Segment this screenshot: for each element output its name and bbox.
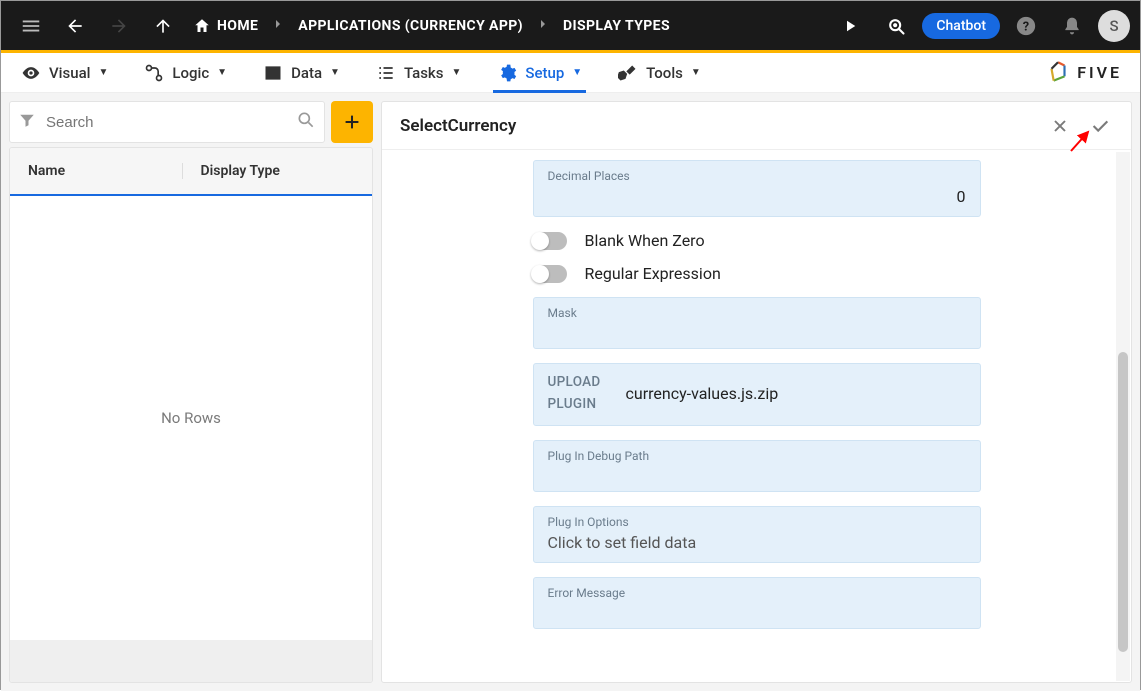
upload-plugin-filename: currency-values.js.zip [626,384,779,403]
breadcrumb: HOME APPLICATIONS (CURRENCY APP) DISPLAY… [187,16,676,36]
chevron-down-icon: ▼ [330,67,340,78]
search-box[interactable] [9,101,325,143]
svg-text:?: ? [1023,19,1029,34]
table-footer [10,640,372,682]
chevron-down-icon: ▼ [691,67,701,78]
home-icon [193,17,211,35]
tab-setup-label: Setup [525,64,564,82]
tab-data-label: Data [291,64,322,82]
help-icon[interactable]: ? [1006,6,1046,46]
five-logo: FIVE [1045,59,1122,85]
close-button[interactable] [1047,113,1073,139]
tab-tools-label: Tools [646,64,683,82]
search-icon[interactable] [296,110,316,134]
mask-field[interactable]: Mask [533,297,981,349]
chevron-down-icon: ▼ [451,67,461,78]
page-title: SelectCurrency [400,116,516,136]
scrollbar[interactable] [1116,152,1130,681]
logo-text: FIVE [1077,63,1122,82]
back-icon[interactable] [55,6,95,46]
error-message-label: Error Message [548,586,966,600]
regex-toggle[interactable] [533,265,567,283]
upload-plugin-label-b: PLUGIN [548,394,626,416]
breadcrumb-home-label: HOME [217,18,258,34]
regex-label: Regular Expression [585,264,721,283]
tasks-icon [376,63,396,83]
upload-plugin-field[interactable]: UPLOAD PLUGIN currency-values.js.zip [533,363,981,426]
tab-visual-label: Visual [49,64,90,82]
plus-icon [341,111,363,133]
breadcrumb-home[interactable]: HOME [187,17,264,35]
breadcrumb-display-types-label: DISPLAY TYPES [563,18,670,34]
mask-label: Mask [548,306,966,320]
col-name: Name [28,163,182,179]
list-table: Name Display Type No Rows [9,147,373,683]
eye-icon [21,63,41,83]
breadcrumb-applications-label: APPLICATIONS (CURRENCY APP) [298,18,523,34]
avatar-initial: S [1109,17,1118,35]
decimal-places-value: 0 [548,187,966,206]
blank-when-zero-toggle[interactable] [533,232,567,250]
debug-path-label: Plug In Debug Path [548,449,966,463]
check-icon [1089,115,1111,137]
gear-icon [497,63,517,83]
no-rows-message: No Rows [10,196,372,640]
scrollbar-thumb[interactable] [1118,352,1128,652]
tab-data[interactable]: Data ▼ [259,53,344,92]
tab-tasks-label: Tasks [404,64,444,82]
plugin-options-label: Plug In Options [548,515,966,529]
save-button[interactable] [1087,113,1113,139]
chevron-down-icon: ▼ [98,67,108,78]
chevron-right-icon [270,16,286,36]
avatar[interactable]: S [1098,10,1130,42]
chatbot-label: Chatbot [936,18,986,34]
breadcrumb-applications[interactable]: APPLICATIONS (CURRENCY APP) [292,18,529,34]
logo-icon [1045,59,1071,85]
bell-icon[interactable] [1052,6,1092,46]
chevron-down-icon: ▼ [572,67,582,78]
logic-icon [144,63,164,83]
upload-plugin-label-a: UPLOAD [548,372,626,394]
plugin-options-field[interactable]: Plug In Options Click to set field data [533,506,981,563]
error-message-field[interactable]: Error Message [533,577,981,629]
chevron-right-icon [535,16,551,36]
tools-icon [618,63,638,83]
chevron-down-icon: ▼ [217,67,227,78]
tab-logic-label: Logic [172,64,209,82]
col-display-type: Display Type [182,163,355,179]
tab-tasks[interactable]: Tasks ▼ [372,53,465,92]
decimal-places-field[interactable]: Decimal Places 0 [533,160,981,217]
tab-visual[interactable]: Visual ▼ [17,53,112,92]
tab-tools[interactable]: Tools ▼ [614,53,705,92]
filter-icon [18,111,36,133]
chatbot-button[interactable]: Chatbot [922,13,1000,39]
tab-setup[interactable]: Setup ▼ [493,53,586,92]
add-button[interactable] [331,101,373,143]
search-input[interactable] [46,114,296,131]
up-icon[interactable] [143,6,183,46]
play-icon[interactable] [830,6,870,46]
decimal-places-label: Decimal Places [548,169,966,183]
search-circle-icon[interactable] [876,6,916,46]
table-icon [263,63,283,83]
forward-icon [99,6,139,46]
blank-when-zero-label: Blank When Zero [585,231,705,250]
menu-icon[interactable] [11,6,51,46]
breadcrumb-display-types[interactable]: DISPLAY TYPES [557,18,676,34]
debug-path-field[interactable]: Plug In Debug Path [533,440,981,492]
close-icon [1050,116,1070,136]
plugin-options-value: Click to set field data [548,533,966,552]
tab-logic[interactable]: Logic ▼ [140,53,231,92]
